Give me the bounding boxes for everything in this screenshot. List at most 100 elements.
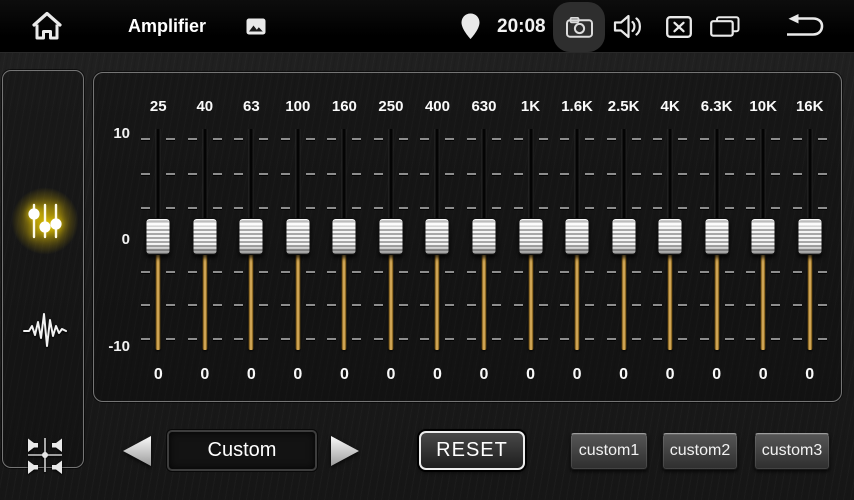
- preset-display[interactable]: Custom: [167, 430, 317, 471]
- band-slider[interactable]: [182, 121, 229, 356]
- band-frequency-label: 10K: [740, 98, 787, 115]
- right-arrow-icon: [328, 434, 362, 468]
- band-frequency-label: 63: [228, 98, 275, 115]
- band-slider[interactable]: [786, 121, 833, 356]
- band-value: 0: [368, 366, 415, 384]
- slider-knob[interactable]: [611, 218, 636, 255]
- slider-track-upper[interactable]: [388, 129, 393, 219]
- sidebar-item-sound-effect[interactable]: [21, 305, 69, 353]
- slider-knob[interactable]: [797, 218, 822, 255]
- band-slider[interactable]: [507, 121, 554, 356]
- band-slider[interactable]: [414, 121, 461, 356]
- slider-track-upper[interactable]: [668, 129, 673, 219]
- slider-track-lower[interactable]: [714, 255, 719, 350]
- scale-label-zero: 0: [98, 231, 130, 248]
- eq-band: 10K 0: [740, 73, 787, 403]
- slider-track-lower[interactable]: [807, 255, 812, 350]
- band-slider[interactable]: [647, 121, 694, 356]
- band-slider[interactable]: [321, 121, 368, 356]
- slider-track-upper[interactable]: [761, 129, 766, 219]
- band-slider[interactable]: [275, 121, 322, 356]
- slider-track-lower[interactable]: [621, 255, 626, 350]
- band-frequency-label: 400: [414, 98, 461, 115]
- slider-track-lower[interactable]: [202, 255, 207, 350]
- slider-knob[interactable]: [704, 218, 729, 255]
- slider-track-upper[interactable]: [295, 129, 300, 219]
- slider-track-lower[interactable]: [668, 255, 673, 350]
- slider-knob[interactable]: [518, 218, 543, 255]
- eq-band: 6.3K 0: [693, 73, 740, 403]
- slider-knob[interactable]: [565, 218, 590, 255]
- band-value: 0: [693, 366, 740, 384]
- band-slider[interactable]: [461, 121, 508, 356]
- slider-knob[interactable]: [239, 218, 264, 255]
- slider-track-upper[interactable]: [481, 129, 486, 219]
- slider-track-upper[interactable]: [342, 129, 347, 219]
- slider-knob[interactable]: [658, 218, 683, 255]
- custom2-button[interactable]: custom2: [662, 433, 738, 470]
- back-icon[interactable]: [786, 14, 824, 39]
- gallery-icon[interactable]: [246, 18, 266, 35]
- band-frequency-label: 160: [321, 98, 368, 115]
- sidebar: [2, 70, 84, 468]
- slider-knob[interactable]: [192, 218, 217, 255]
- slider-knob[interactable]: [751, 218, 776, 255]
- close-window-icon[interactable]: [666, 16, 692, 38]
- slider-track-lower[interactable]: [575, 255, 580, 350]
- slider-track-upper[interactable]: [807, 129, 812, 219]
- slider-track-lower[interactable]: [388, 255, 393, 350]
- slider-track-lower[interactable]: [249, 255, 254, 350]
- slider-track-lower[interactable]: [761, 255, 766, 350]
- location-icon: [461, 13, 480, 40]
- slider-track-lower[interactable]: [435, 255, 440, 350]
- custom1-button[interactable]: custom1: [570, 433, 648, 470]
- band-slider[interactable]: [693, 121, 740, 356]
- slider-track-lower[interactable]: [342, 255, 347, 350]
- slider-track-lower[interactable]: [528, 255, 533, 350]
- band-value: 0: [228, 366, 275, 384]
- sidebar-item-equalizer[interactable]: [21, 197, 69, 245]
- slider-track-upper[interactable]: [621, 129, 626, 219]
- slider-knob[interactable]: [378, 218, 403, 255]
- slider-track-upper[interactable]: [714, 129, 719, 219]
- home-icon[interactable]: [30, 9, 64, 44]
- camera-button[interactable]: [553, 2, 605, 52]
- band-slider[interactable]: [368, 121, 415, 356]
- slider-track-upper[interactable]: [156, 129, 161, 219]
- band-value: 0: [600, 366, 647, 384]
- scale-label-max: 10: [98, 125, 130, 142]
- slider-track-upper[interactable]: [435, 129, 440, 219]
- slider-track-lower[interactable]: [481, 255, 486, 350]
- slider-track-upper[interactable]: [202, 129, 207, 219]
- preset-next-button[interactable]: [328, 434, 362, 468]
- slider-knob[interactable]: [425, 218, 450, 255]
- band-slider[interactable]: [740, 121, 787, 356]
- band-slider[interactable]: [228, 121, 275, 356]
- eq-band: 25 0: [135, 73, 182, 403]
- recent-apps-icon[interactable]: [710, 16, 740, 37]
- reset-button[interactable]: RESET: [419, 431, 525, 470]
- slider-knob[interactable]: [471, 218, 496, 255]
- eq-band: 630 0: [461, 73, 508, 403]
- slider-track-upper[interactable]: [528, 129, 533, 219]
- band-value: 0: [275, 366, 322, 384]
- slider-knob[interactable]: [332, 218, 357, 255]
- band-slider[interactable]: [600, 121, 647, 356]
- slider-track-lower[interactable]: [295, 255, 300, 350]
- sidebar-item-balance-fader[interactable]: [21, 429, 69, 477]
- slider-track-upper[interactable]: [575, 129, 580, 219]
- band-frequency-label: 40: [182, 98, 229, 115]
- slider-knob[interactable]: [285, 218, 310, 255]
- band-slider[interactable]: [135, 121, 182, 356]
- band-value: 0: [740, 366, 787, 384]
- band-frequency-label: 1K: [507, 98, 554, 115]
- scale-label-min: -10: [98, 338, 130, 355]
- custom3-button[interactable]: custom3: [754, 433, 830, 470]
- band-slider[interactable]: [554, 121, 601, 356]
- slider-track-upper[interactable]: [249, 129, 254, 219]
- preset-prev-button[interactable]: [120, 434, 154, 468]
- slider-knob[interactable]: [146, 218, 171, 255]
- equalizer-sliders-icon: [23, 199, 67, 243]
- slider-track-lower[interactable]: [156, 255, 161, 350]
- volume-icon[interactable]: [613, 13, 643, 40]
